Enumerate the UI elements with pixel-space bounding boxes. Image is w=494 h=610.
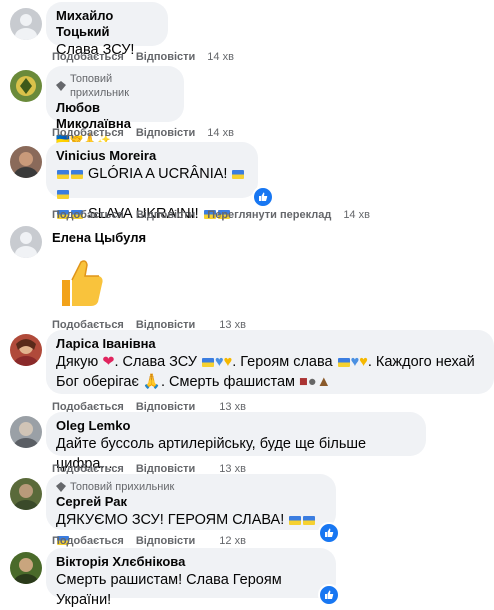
comment-text: Дякую ❤. Слава ЗСУ ♥♥. Героям слава ♥♥. …: [56, 354, 475, 370]
avatar[interactable]: [10, 552, 42, 584]
comment-author[interactable]: Елена Цыбуля: [52, 230, 146, 246]
like-link[interactable]: Подобається: [52, 535, 124, 547]
comment-bubble: Ларіса Іванівна Дякую ❤. Слава ЗСУ ♥♥. Г…: [46, 330, 494, 394]
comment-actions: Подобається Відповісти Переглянути перек…: [52, 208, 370, 222]
comment-author[interactable]: Vinicius Moreira: [56, 148, 248, 164]
diamond-icon: [56, 482, 66, 492]
timestamp[interactable]: 14 хв: [207, 51, 234, 63]
comment-bubble: Топовий прихильник Любов Миколаївна 🇺🇦🤝🙏…: [46, 66, 184, 146]
thumbs-up-icon: [62, 260, 103, 306]
like-reaction-icon[interactable]: [318, 584, 340, 606]
thumbs-up-sticker: [48, 250, 108, 315]
reply-link[interactable]: Відповісти: [136, 209, 195, 221]
reply-link[interactable]: Відповісти: [136, 535, 195, 547]
avatar[interactable]: [10, 226, 42, 258]
comment-text: GLÓRIA A UCRÂNIA!: [56, 164, 248, 204]
comment-bubble: Михайло Тоцький Слава ЗСУ!: [46, 2, 168, 58]
avatar[interactable]: [10, 8, 42, 40]
reply-link[interactable]: Відповісти: [136, 127, 195, 139]
comment-text: Смерть рашистам! Слава Героям України!: [56, 572, 282, 608]
like-reaction-icon[interactable]: [252, 186, 274, 208]
timestamp[interactable]: 14 хв: [207, 127, 234, 139]
comment-actions: Подобається Відповісти 14 хв: [52, 50, 234, 64]
comment-author[interactable]: Михайло Тоцький: [56, 8, 158, 40]
timestamp[interactable]: 12 хв: [219, 535, 246, 547]
comment-author[interactable]: Вікторія Хлєбнікова: [56, 554, 326, 570]
like-reaction-icon[interactable]: [318, 522, 340, 544]
avatar[interactable]: [10, 334, 42, 366]
avatar[interactable]: [10, 478, 42, 510]
avatar[interactable]: [10, 146, 42, 178]
comment-text: Бог оберігає 🙏. Смерть фашистам ■●▲: [56, 374, 331, 390]
top-fan-badge: Топовий прихильник: [56, 480, 326, 494]
comment-bubble: Vinicius Moreira GLÓRIA A UCRÂNIA! SLAVA…: [46, 142, 258, 222]
top-fan-label: Топовий прихильник: [70, 481, 175, 493]
avatar[interactable]: [10, 416, 42, 448]
reply-link[interactable]: Відповісти: [136, 51, 195, 63]
comment-bubble: Топовий прихильник Сергей Рак ДЯКУЄМО ЗС…: [46, 474, 336, 545]
like-link[interactable]: Подобається: [52, 51, 124, 63]
timestamp[interactable]: 14 хв: [343, 209, 370, 221]
like-link[interactable]: Подобається: [52, 209, 124, 221]
like-link[interactable]: Подобається: [52, 127, 124, 139]
top-fan-label: Топовий прихильник: [69, 73, 130, 99]
translate-link[interactable]: Переглянути переклад: [207, 209, 331, 221]
comment-author[interactable]: Oleg Lemko: [56, 418, 416, 434]
comment-author[interactable]: Сергей Рак: [56, 494, 326, 510]
top-fan-badge: Топовий прихильник: [56, 72, 174, 100]
comment-actions: Подобається Відповісти 14 хв: [52, 126, 234, 140]
comment-author[interactable]: Ларіса Іванівна: [56, 336, 484, 352]
comment-actions: Подобається Відповісти 12 хв: [52, 534, 246, 548]
comment-bubble: Вікторія Хлєбнікова Смерть рашистам! Сла…: [46, 548, 336, 608]
comment-bubble: Oleg Lemko Дайте буссоль артилерійську, …: [46, 412, 426, 472]
diamond-icon: [56, 81, 66, 91]
avatar[interactable]: [10, 70, 42, 102]
